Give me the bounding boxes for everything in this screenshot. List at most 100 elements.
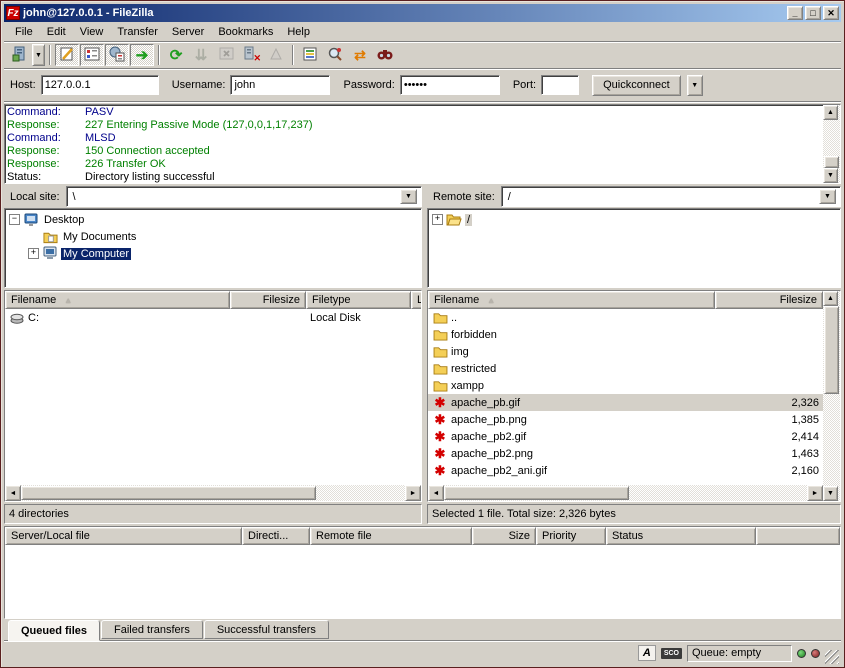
expand-icon[interactable]: + <box>432 214 443 225</box>
disconnect-button[interactable]: ✕ <box>239 44 263 66</box>
speed-limit-badge-icon[interactable]: SCO <box>661 648 682 659</box>
process-queue-button[interactable]: ⇊ <box>189 44 213 66</box>
site-manager-dropdown[interactable]: ▼ <box>32 44 45 66</box>
username-input[interactable] <box>230 75 330 95</box>
refresh-button[interactable]: ⟳ <box>164 44 188 66</box>
menu-bookmarks[interactable]: Bookmarks <box>211 24 280 40</box>
host-input[interactable] <box>41 75 159 95</box>
scroll-down-icon[interactable]: ▼ <box>823 168 838 183</box>
remote-file-row[interactable]: xampp <box>428 377 823 394</box>
remote-file-row[interactable]: ✱apache_pb2.gif 2,414 <box>428 428 823 445</box>
close-button[interactable]: ✕ <box>823 6 839 20</box>
data-type-indicator-icon[interactable]: A <box>638 645 656 661</box>
local-col-truncated[interactable]: L <box>411 291 422 309</box>
directory-comparison-button[interactable] <box>323 44 347 66</box>
collapse-icon[interactable]: − <box>9 214 20 225</box>
remote-vscrollbar[interactable]: ▲ ▼ <box>823 291 840 501</box>
remote-file-row[interactable]: ✱apache_pb2.png 1,463 <box>428 445 823 462</box>
toolbar-separator <box>49 45 51 65</box>
cancel-operation-button[interactable] <box>214 44 238 66</box>
menu-edit[interactable]: Edit <box>40 24 73 40</box>
remote-file-row[interactable]: ✱apache_pb.png 1,385 <box>428 411 823 428</box>
scroll-left-icon[interactable]: ◄ <box>5 485 21 501</box>
tree-item-my-documents[interactable]: My Documents <box>5 228 421 245</box>
main-split: Local site: \ ▼ − Desktop <box>4 186 841 524</box>
queue-col-direction[interactable]: Directi... <box>242 527 310 545</box>
local-site-combo[interactable]: \ ▼ <box>66 186 422 207</box>
scroll-up-icon[interactable]: ▲ <box>823 291 838 306</box>
message-log-body[interactable]: Command:PASV Response:227 Entering Passi… <box>5 105 823 183</box>
local-file-row[interactable]: C: Local Disk <box>5 309 421 326</box>
log-label: Command: <box>7 132 85 145</box>
queue-col-remote-file[interactable]: Remote file <box>310 527 472 545</box>
folder-icon <box>432 312 448 324</box>
reconnect-button[interactable] <box>264 44 288 66</box>
chevron-down-icon[interactable]: ▼ <box>400 189 417 204</box>
tab-queued-files[interactable]: Queued files <box>8 620 100 641</box>
find-files-button[interactable] <box>373 44 397 66</box>
tab-successful-transfers[interactable]: Successful transfers <box>204 620 329 639</box>
tree-item-desktop[interactable]: − Desktop <box>5 211 421 228</box>
queue-col-status[interactable]: Status <box>606 527 756 545</box>
resize-grip[interactable] <box>825 650 839 664</box>
site-manager-button[interactable] <box>7 44 31 66</box>
local-col-filesize[interactable]: Filesize <box>230 291 306 309</box>
log-scroll-thumb[interactable] <box>824 156 839 168</box>
menu-view[interactable]: View <box>73 24 111 40</box>
local-list-rows[interactable]: C: Local Disk <box>5 309 421 485</box>
menu-help[interactable]: Help <box>280 24 317 40</box>
remote-hscroll-thumb[interactable] <box>444 486 629 500</box>
remote-tree[interactable]: + / <box>427 208 841 288</box>
remote-hscrollbar[interactable]: ◄ ► <box>428 485 823 501</box>
local-col-filename[interactable]: Filename▲ <box>5 291 230 309</box>
remote-file-row[interactable]: img <box>428 343 823 360</box>
tab-failed-transfers[interactable]: Failed transfers <box>101 620 203 639</box>
scroll-left-icon[interactable]: ◄ <box>428 485 444 501</box>
scroll-up-icon[interactable]: ▲ <box>823 105 838 120</box>
remote-site-combo[interactable]: / ▼ <box>501 186 841 207</box>
queue-list-empty[interactable] <box>5 545 840 618</box>
remote-file-row[interactable]: restricted <box>428 360 823 377</box>
remote-file-row[interactable]: forbidden <box>428 326 823 343</box>
remote-list-rows[interactable]: .. forbidden img restricted <box>428 309 823 485</box>
local-tree[interactable]: − Desktop My Documents + <box>4 208 422 288</box>
image-file-icon: ✱ <box>432 413 448 426</box>
toggle-local-tree-button[interactable] <box>80 44 104 66</box>
port-input[interactable] <box>541 75 579 95</box>
local-hscroll-thumb[interactable] <box>21 486 316 500</box>
local-hscrollbar[interactable]: ◄ ► <box>5 485 421 501</box>
menu-file[interactable]: File <box>8 24 40 40</box>
menu-server[interactable]: Server <box>165 24 211 40</box>
queue-col-priority[interactable]: Priority <box>536 527 606 545</box>
scroll-right-icon[interactable]: ► <box>807 485 823 501</box>
queue-col-server-local-file[interactable]: Server/Local file <box>5 527 242 545</box>
minimize-button[interactable]: _ <box>787 6 803 20</box>
queue-col-size[interactable]: Size <box>472 527 536 545</box>
tree-item-my-computer[interactable]: + My Computer <box>5 245 421 262</box>
maximize-button[interactable]: □ <box>805 6 821 20</box>
password-input[interactable] <box>400 75 500 95</box>
toggle-remote-tree-button[interactable] <box>105 44 129 66</box>
menu-transfer[interactable]: Transfer <box>110 24 165 40</box>
title-bar[interactable]: Fz john@127.0.0.1 - FileZilla _ □ ✕ <box>4 4 841 22</box>
quickconnect-dropdown[interactable]: ▼ <box>687 75 703 96</box>
scroll-right-icon[interactable]: ► <box>405 485 421 501</box>
expand-icon[interactable]: + <box>28 248 39 259</box>
filter-button[interactable] <box>298 44 322 66</box>
remote-col-filename[interactable]: Filename▲ <box>428 291 715 309</box>
remote-file-row[interactable]: ✱apache_pb2_ani.gif 2,160 <box>428 462 823 479</box>
remote-file-row[interactable]: .. <box>428 309 823 326</box>
tree-item-root[interactable]: + / <box>428 211 840 228</box>
synchronized-browsing-button[interactable]: ⇄ <box>348 44 372 66</box>
quickconnect-button[interactable]: Quickconnect <box>592 75 681 96</box>
toggle-log-button[interactable] <box>55 44 79 66</box>
remote-file-row-selected[interactable]: ✱apache_pb.gif 2,326 <box>428 394 823 411</box>
remote-col-filesize[interactable]: Filesize <box>715 291 823 309</box>
log-scrollbar[interactable]: ▲ ▼ <box>823 105 840 183</box>
toggle-queue-button[interactable]: ➔ <box>130 44 154 66</box>
scroll-down-icon[interactable]: ▼ <box>823 486 838 501</box>
log-label: Response: <box>7 145 85 158</box>
remote-vscroll-thumb[interactable] <box>824 306 839 394</box>
chevron-down-icon[interactable]: ▼ <box>819 189 836 204</box>
local-col-filetype[interactable]: Filetype <box>306 291 411 309</box>
